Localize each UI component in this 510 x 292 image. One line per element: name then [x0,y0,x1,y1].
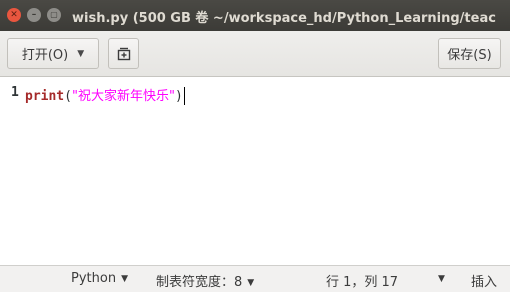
line-number-gutter: 1 [0,78,23,265]
open-button-label: 打开(O) [21,48,69,63]
tab-width-selector[interactable]: 制表符宽度：8 ▼ [156,271,254,290]
open-paren: ( [64,89,72,104]
chevron-down-icon: ▼ [77,48,85,59]
cursor-position-label: 行 1，列 17 [326,275,399,290]
chevron-down-icon: ▼ [247,278,255,288]
language-selector[interactable]: Python ▼ [71,271,128,286]
close-paren: ) [174,89,183,104]
close-window-button[interactable]: ✕ [7,8,21,22]
maximize-window-button[interactable]: ▢ [47,8,61,22]
new-document-icon [117,47,130,60]
string-literal: "祝大家新年快乐" [71,89,175,104]
minimize-icon: – [31,9,37,20]
open-button[interactable]: 打开(O) ▼ [7,38,99,69]
chevron-down-icon: ▼ [438,274,445,284]
editor-area[interactable]: 1 print("祝大家新年快乐") [0,78,510,265]
toolbar: 打开(O) ▼ 保存(S) [0,31,510,77]
new-tab-button[interactable] [108,38,139,69]
keyword-print: print [25,89,65,104]
window-title: wish.py (500 GB 卷 ~/workspace_hd/Python_… [72,11,496,26]
chevron-down-icon: ▼ [121,274,128,284]
close-icon: ✕ [10,9,18,20]
save-button[interactable]: 保存(S) [438,38,501,69]
code-line[interactable]: print("祝大家新年快乐") [25,85,185,106]
maximize-icon: ▢ [50,10,58,19]
insert-mode-label[interactable]: 插入 [471,271,497,290]
minimize-window-button[interactable]: – [27,8,41,22]
tab-width-label: 制表符宽度：8 [156,275,243,290]
line-number: 1 [11,85,19,100]
save-button-label: 保存(S) [447,48,492,63]
position-dropdown-button[interactable]: ▼ [438,271,445,286]
text-cursor [183,86,185,105]
status-bar: Python ▼ 制表符宽度：8 ▼ 行 1，列 17 ▼ 插入 [0,265,510,292]
title-bar: ✕ – ▢ wish.py (500 GB 卷 ~/workspace_hd/P… [0,0,510,31]
language-label: Python [71,271,117,286]
